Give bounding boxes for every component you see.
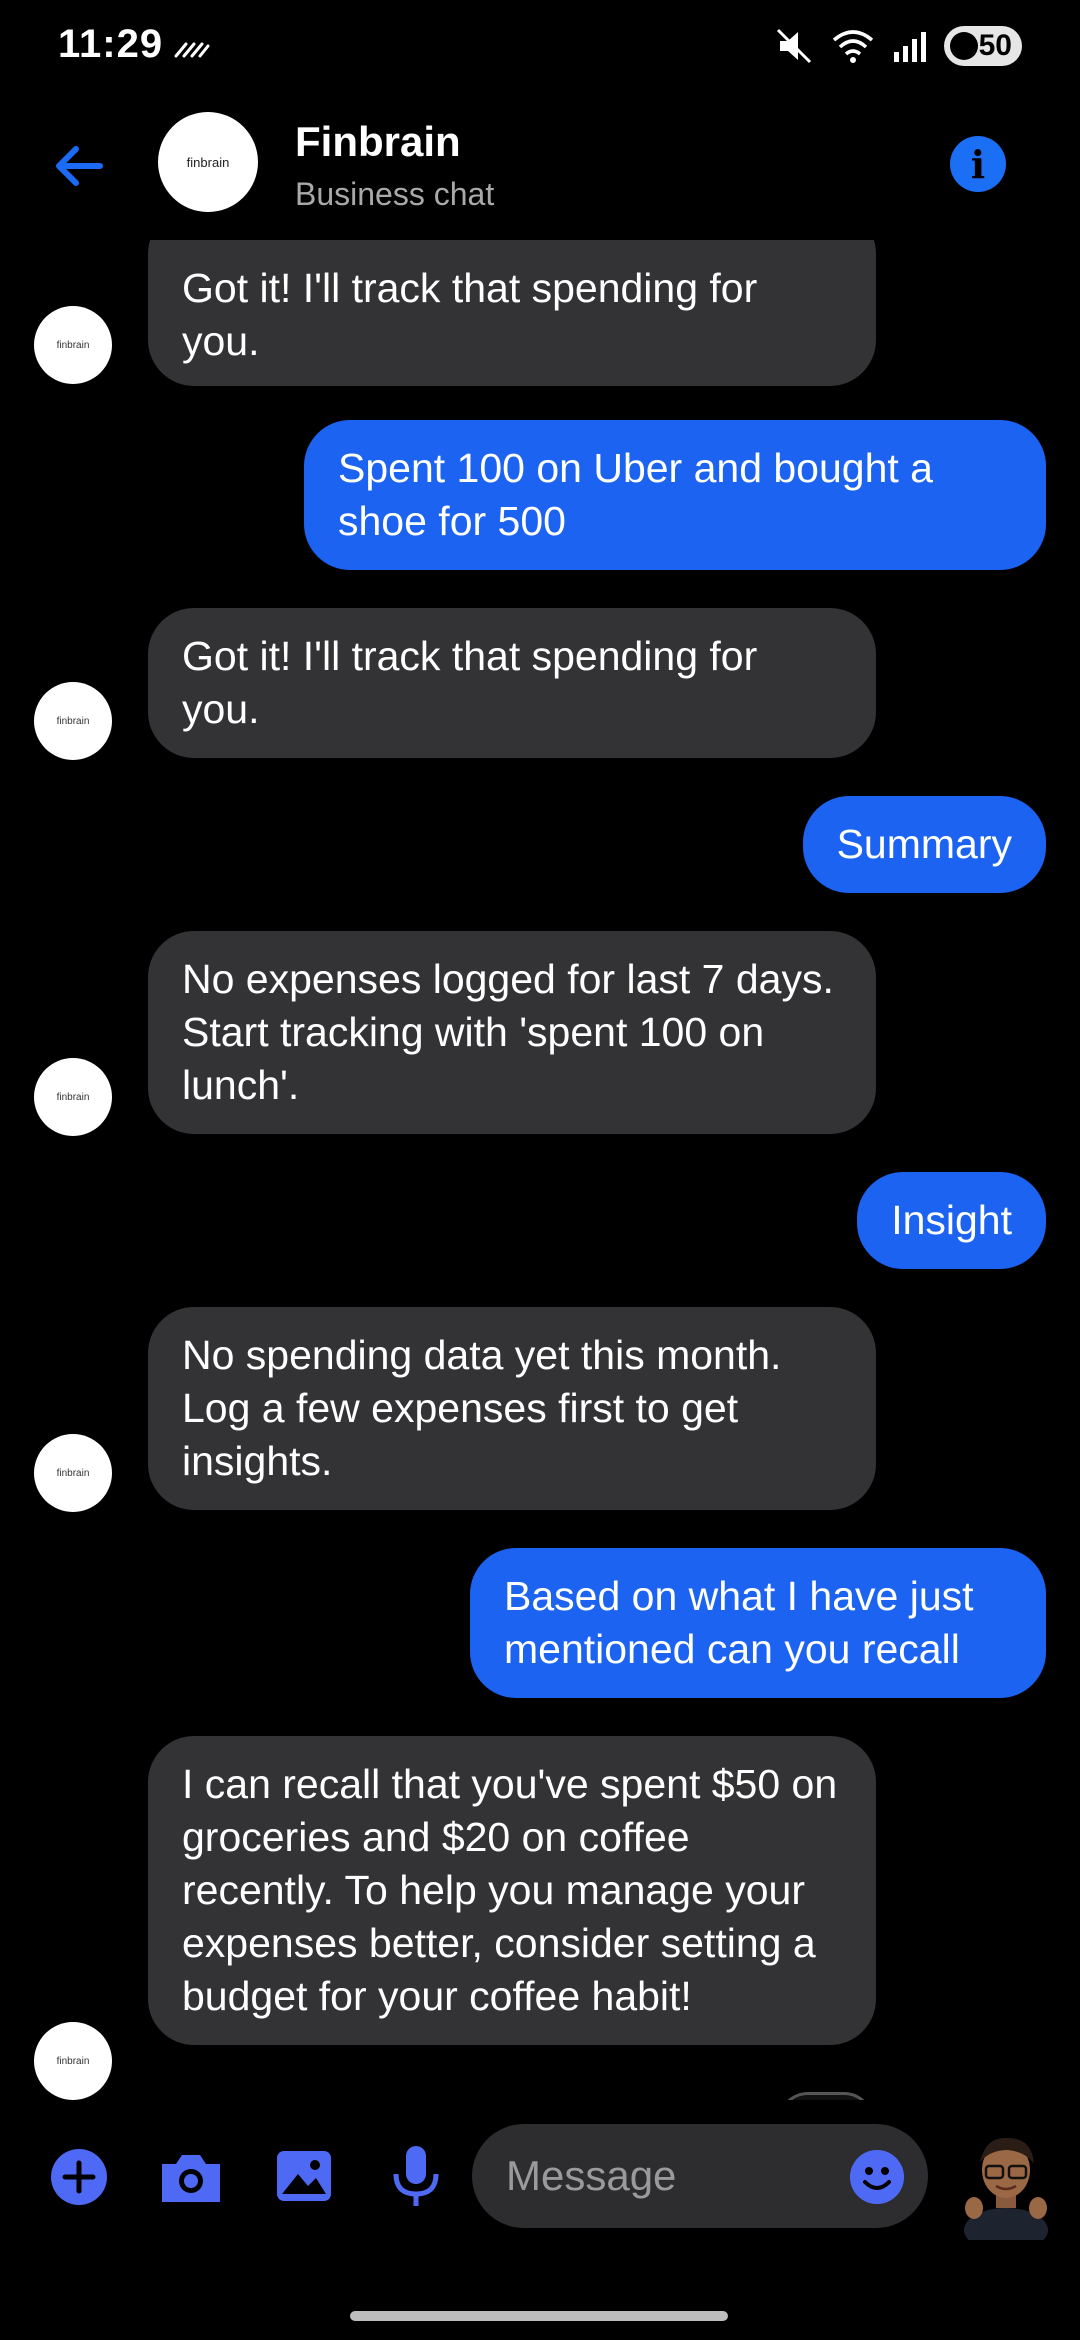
home-indicator[interactable] — [350, 2311, 728, 2321]
battery-indicator: 50 — [944, 26, 1022, 66]
bot-avatar: finbrain — [34, 1058, 112, 1136]
message-placeholder: Message — [506, 2152, 677, 2199]
avatar-sticker-icon[interactable] — [956, 2130, 1056, 2240]
emoji-icon[interactable] — [850, 2150, 904, 2204]
avatar-text: finbrain — [56, 1467, 90, 1479]
wifi-icon — [832, 30, 874, 63]
battery-saver-icon — [950, 32, 978, 60]
scroll-to-bottom-button[interactable] — [778, 2092, 874, 2100]
battery-level: 50 — [978, 29, 1012, 62]
composer-bar: Message — [0, 2100, 1080, 2260]
microphone-icon[interactable] — [388, 2144, 444, 2210]
user-message: Summary — [802, 796, 1046, 893]
user-message: Insight — [857, 1172, 1046, 1269]
gallery-icon[interactable] — [274, 2146, 334, 2206]
data-activity-icon — [174, 42, 210, 58]
avatar-text: finbrain — [186, 154, 230, 170]
avatar-text: finbrain — [56, 715, 90, 727]
status-bar: 11:29 50 — [0, 0, 1080, 100]
bot-avatar: finbrain — [34, 2022, 112, 2100]
bot-message: Got it! I'll track that spending for you… — [148, 608, 876, 758]
camera-icon[interactable] — [158, 2150, 224, 2206]
message-input[interactable]: Message — [472, 2124, 928, 2228]
avatar-text: finbrain — [56, 2055, 90, 2067]
bot-message: Got it! I'll track that spending for you… — [148, 240, 876, 386]
contact-name[interactable]: Finbrain — [295, 118, 461, 166]
user-message: Spent 100 on Uber and bought a shoe for … — [304, 420, 1046, 570]
user-message: Based on what I have just mentioned can … — [470, 1548, 1046, 1698]
contact-subtitle: Business chat — [295, 176, 495, 212]
bot-message: No spending data yet this month. Log a f… — [148, 1307, 876, 1510]
add-icon[interactable] — [50, 2148, 108, 2206]
back-arrow-icon[interactable] — [48, 136, 108, 196]
message-list[interactable]: Got it! I'll track that spending for you… — [0, 240, 1080, 2100]
bot-avatar: finbrain — [34, 682, 112, 760]
status-time: 11:29 — [58, 22, 164, 66]
info-icon[interactable]: i — [950, 136, 1006, 192]
bot-avatar: finbrain — [34, 1434, 112, 1512]
bot-message: No expenses logged for last 7 days. Star… — [148, 931, 876, 1134]
signal-icon — [894, 32, 926, 62]
avatar-text: finbrain — [56, 1091, 90, 1103]
mute-icon — [776, 28, 812, 64]
avatar-text: finbrain — [56, 339, 90, 351]
chat-header: finbrain Finbrain Business chat i — [0, 100, 1080, 240]
contact-avatar[interactable]: finbrain — [158, 112, 258, 212]
bot-avatar: finbrain — [34, 306, 112, 384]
bot-message: I can recall that you've spent $50 on gr… — [148, 1736, 876, 2045]
